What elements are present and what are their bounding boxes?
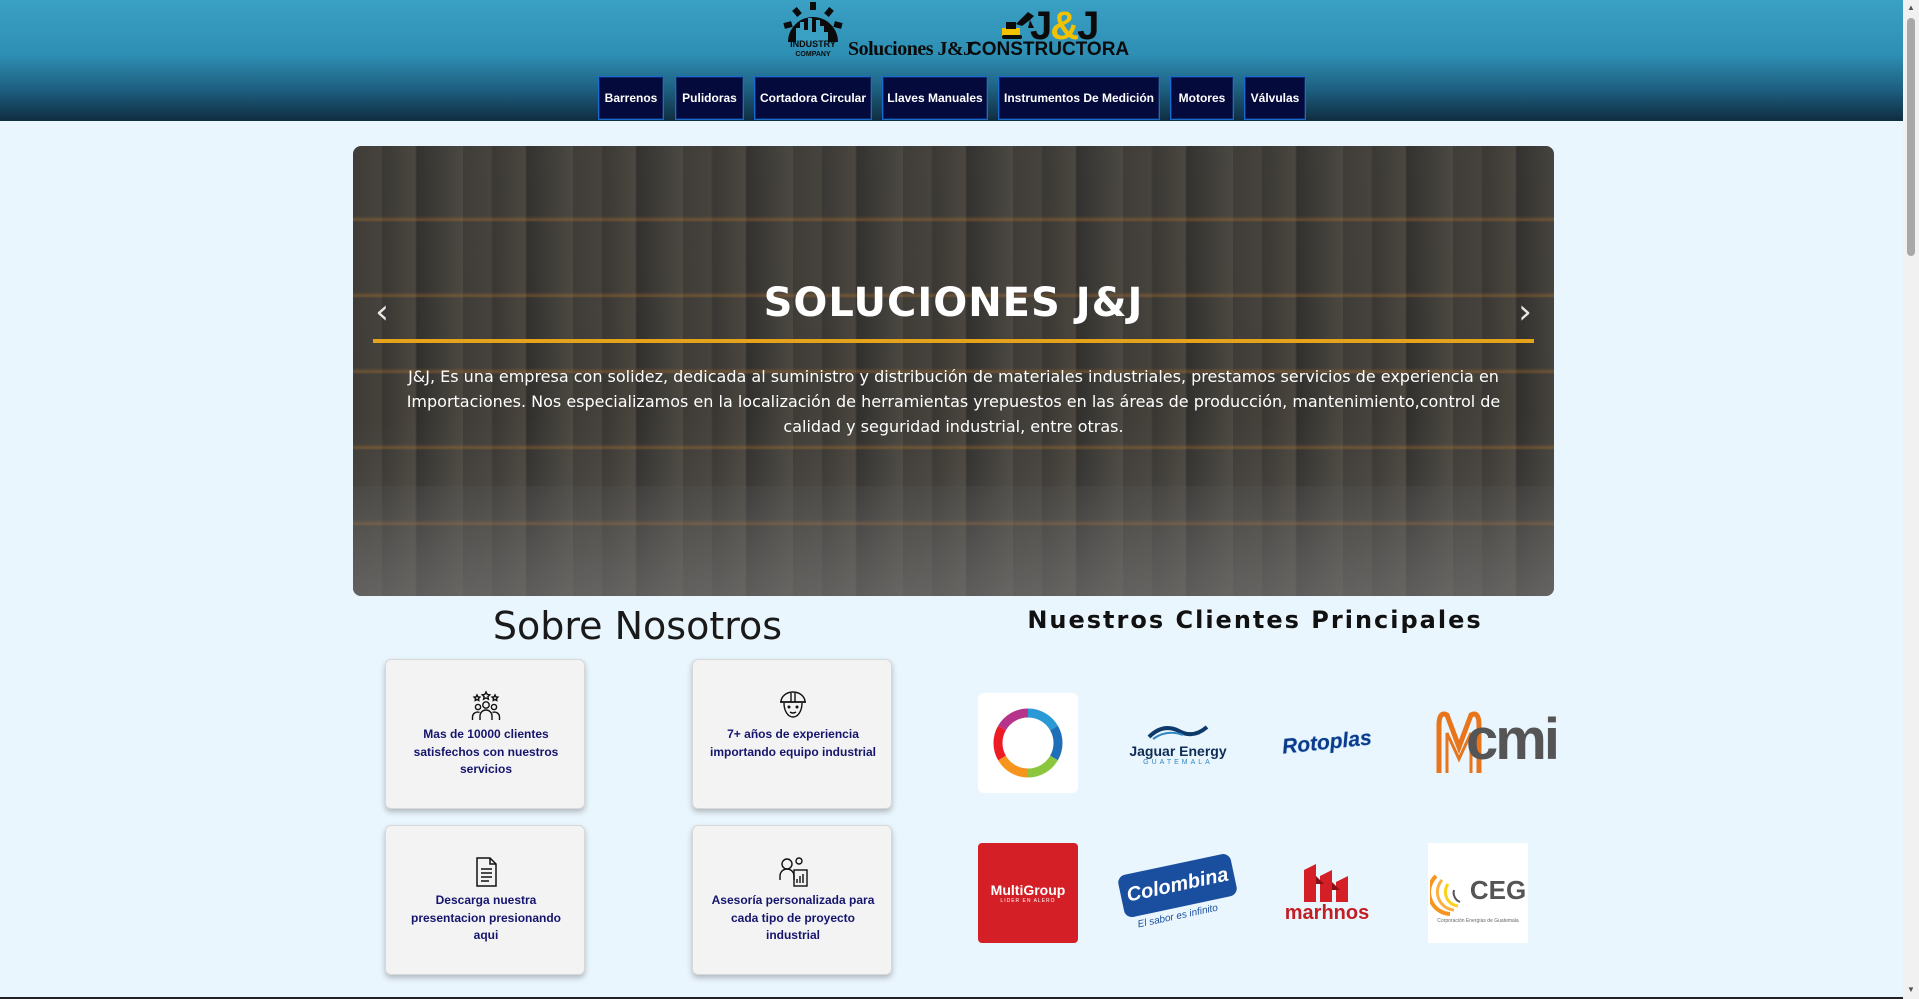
warehouse-floor [353, 486, 1554, 596]
client-name: Rotoplas [1281, 726, 1373, 759]
about-card-clients: Mas de 10000 clientes satisfechos con nu… [385, 659, 585, 809]
nav-item-cortadora-circular[interactable]: Cortadora Circular [754, 76, 872, 120]
ring-logo-icon [993, 708, 1063, 778]
industry-gear-logo-icon [783, 2, 843, 42]
about-title: Sobre Nosotros [492, 604, 783, 648]
client-logo-rotoplas: Rotoplas [1277, 693, 1377, 793]
jaguar-wave-icon [1147, 724, 1209, 740]
main-nav: Barrenos Pulidoras Cortadora Circular Ll… [0, 76, 1903, 121]
document-icon [476, 857, 497, 887]
about-card-text: Asesoría personalizada para cada tipo de… [711, 893, 875, 942]
about-card-consulting: Asesoría personalizada para cada tipo de… [692, 825, 892, 975]
about-card-text: Mas de 10000 clientes satisfechos con nu… [413, 727, 559, 776]
scroll-thumb[interactable] [1907, 18, 1915, 256]
about-card-experience: 7+ años de experiencia importando equipo… [692, 659, 892, 809]
soluciones-jj-logo[interactable]: INDUSTRY COMPANY Soluciones J&J [780, 2, 973, 62]
client-name: MultiGroup [990, 882, 1066, 898]
ceg-swirl-icon [1429, 874, 1461, 916]
client-name: CEG [1469, 874, 1527, 905]
client-sub: LIDER EN ALERO [1000, 898, 1056, 904]
nav-item-barrenos[interactable]: Barrenos [598, 76, 664, 120]
client-name: cmi [1466, 707, 1560, 772]
page-scrollbar[interactable]: ▲ ▼ [1903, 0, 1919, 999]
nav-item-valvulas[interactable]: Válvulas [1244, 76, 1306, 120]
hero-description: J&J, Es una empresa con solidez, dedicad… [406, 367, 1501, 436]
client-name: Colombina [1117, 852, 1239, 919]
client-name: Jaguar Energy [1129, 742, 1227, 759]
about-card-text: Descarga nuestra presentacion presionand… [410, 893, 562, 942]
client-name: marhnos [1284, 901, 1370, 924]
about-card-download[interactable]: Descarga nuestra presentacion presionand… [385, 825, 585, 975]
marhnos-logo-icon [1304, 863, 1348, 902]
client-logo-multigroup: MultiGroup LIDER EN ALERO [978, 843, 1078, 943]
nav-item-llaves-manuales[interactable]: Llaves Manuales [882, 76, 988, 120]
nav-item-instrumentos-de-medicion[interactable]: Instrumentos De Medición [998, 76, 1160, 120]
jj-constructora-logo[interactable]: J&J CONSTRUCTORA [966, 6, 1129, 62]
hero-carousel: ‹ › SOLUCIONES J&J J&J, Es una empresa c… [353, 146, 1554, 596]
industry-company-text: INDUSTRY COMPANY [790, 39, 836, 59]
clients-title: Nuestros Clientes Principales [1027, 606, 1483, 634]
hero-divider [373, 339, 1534, 343]
worker-helmet-icon [780, 691, 806, 718]
about-card-text: 7+ años de experiencia importando equipo… [710, 727, 876, 759]
client-logo-ring [978, 693, 1078, 793]
client-logo-jaguar-energy: Jaguar Energy GUATEMALA [1128, 693, 1228, 793]
hero-title: SOLUCIONES J&J [763, 280, 1144, 326]
ceg-mark: CEG [1429, 862, 1527, 918]
client-sub: Corporación Energías de Guatemala [1437, 918, 1519, 924]
constructora-text: CONSTRUCTORA [968, 39, 1130, 60]
nav-item-pulidoras[interactable]: Pulidoras [675, 76, 744, 120]
logo-name: Soluciones J&J [848, 38, 973, 60]
nav-item-motores[interactable]: Motores [1170, 76, 1234, 120]
client-logo-marhnos: marhnos [1277, 843, 1377, 943]
client-logo-ceg: CEG Corporación Energías de Guatemala [1428, 843, 1528, 943]
client-logo-cmi: cmi [1428, 693, 1560, 793]
client-logo-colombina: Colombina El sabor es infinito [1117, 843, 1239, 943]
scroll-down-arrow-icon[interactable]: ▼ [1907, 986, 1915, 994]
site-header: INDUSTRY COMPANY Soluciones J&J J&J CONS… [0, 0, 1903, 121]
scroll-up-arrow-icon[interactable]: ▲ [1907, 4, 1915, 12]
users-stars-icon [471, 690, 501, 720]
client-sub: GUATEMALA [1143, 758, 1213, 766]
consulting-icon [779, 857, 808, 887]
